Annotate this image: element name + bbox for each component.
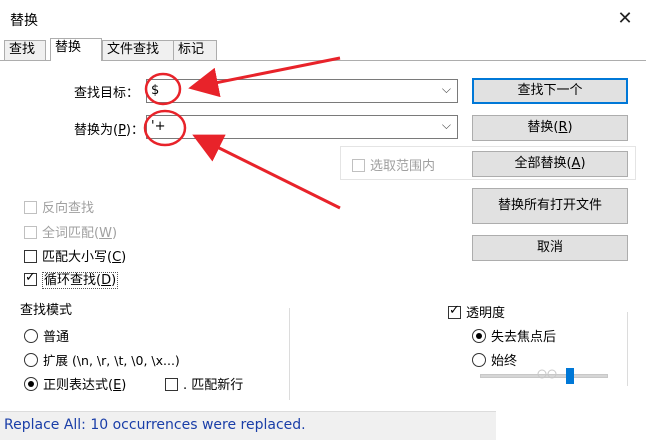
tab-replace[interactable]: 替换 <box>50 38 102 61</box>
annotation-arrow-replace <box>192 134 341 210</box>
annotation-circle-replace <box>143 109 187 147</box>
status-text: Replace All: 10 occurrences were replace… <box>4 417 306 433</box>
annotation-overlay <box>143 56 341 210</box>
status-corner <box>496 386 646 440</box>
annotation-arrow-find <box>188 56 341 98</box>
annotation-circle-find <box>144 72 182 106</box>
